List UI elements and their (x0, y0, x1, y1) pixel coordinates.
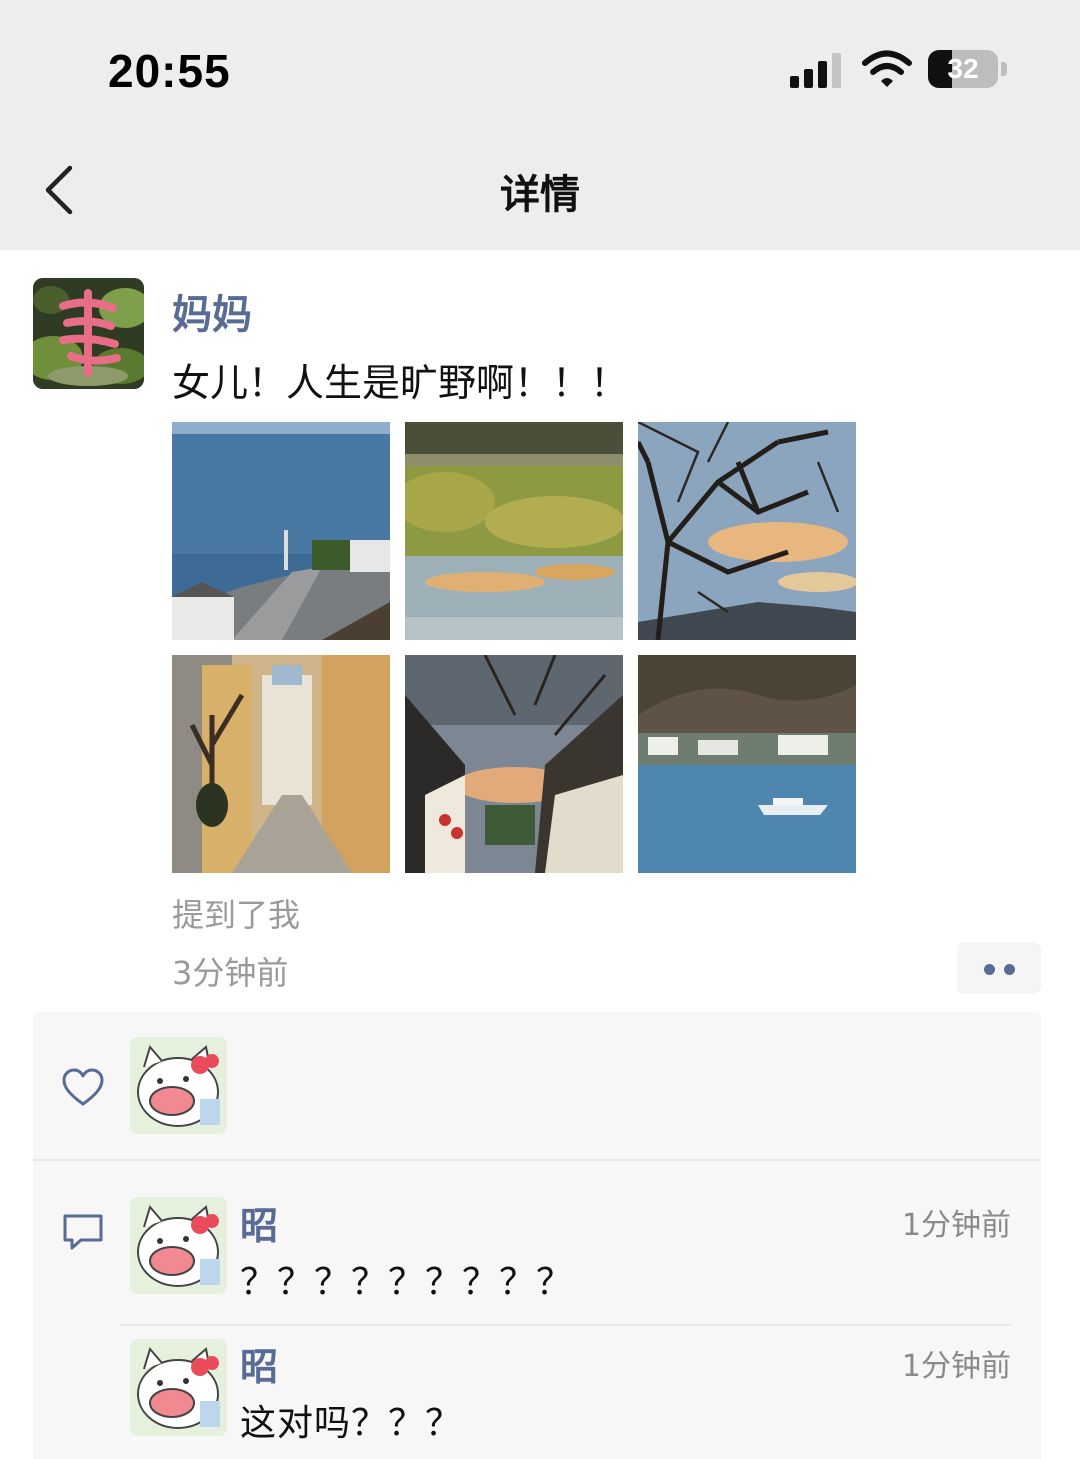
post-photo-lake-boat[interactable] (638, 655, 856, 873)
comment-author[interactable]: 昭 (240, 1195, 278, 1250)
post-photo-lake-road[interactable] (172, 422, 390, 640)
battery-level: 32 (947, 53, 979, 84)
comment-bubble-icon (63, 1214, 103, 1250)
author-avatar[interactable] (33, 278, 144, 389)
post-text: 女儿！人生是旷野啊！！！ (172, 361, 629, 405)
wifi-icon (862, 50, 912, 87)
post-author-name[interactable]: 妈妈 (172, 282, 252, 340)
post-photo-wetland[interactable] (405, 422, 623, 640)
interaction-panel: 昭 1分钟前 ？？？？？？？？？ 昭 1分钟前 这对吗？？？ (33, 1012, 1041, 1459)
comment-text[interactable]: ？？？？？？？？？ (240, 1253, 573, 1305)
battery-icon: 32 (928, 48, 1010, 90)
page-title: 详情 (500, 172, 580, 218)
comment-author[interactable]: 昭 (240, 1336, 278, 1391)
post-time: 3分钟前 (172, 954, 289, 992)
commenter-avatar[interactable] (130, 1339, 227, 1436)
more-dots-icon (984, 964, 995, 975)
cellular-signal-icon (790, 53, 841, 88)
panel-divider (33, 1159, 1041, 1161)
post-photo-alley[interactable] (172, 655, 390, 873)
mention-label[interactable]: 提到了我 (172, 890, 300, 936)
comment-time: 1分钟前 (901, 1349, 1011, 1384)
commenter-avatar[interactable] (130, 1197, 227, 1294)
liker-avatar[interactable] (130, 1037, 227, 1134)
comment-text[interactable]: 这对吗？？？ (240, 1394, 462, 1446)
post-photo-old-street[interactable] (405, 655, 623, 873)
heart-outline-icon (62, 1068, 104, 1106)
status-time: 20:55 (108, 45, 231, 97)
post-photo-tree-sunset[interactable] (638, 422, 856, 640)
comment-time: 1分钟前 (901, 1208, 1011, 1243)
more-dots-button[interactable] (957, 942, 1041, 994)
comment-divider (120, 1324, 1011, 1326)
